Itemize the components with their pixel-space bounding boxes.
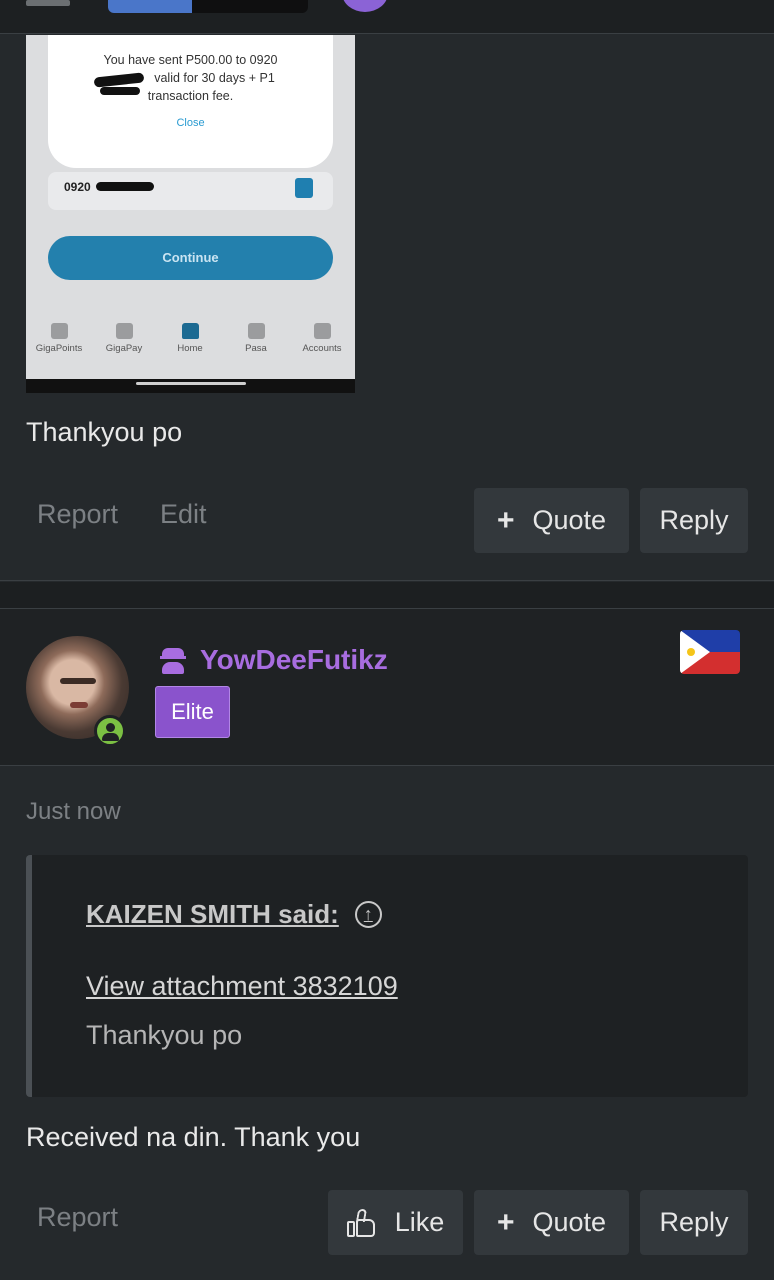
quote-author-link[interactable]: KAIZEN SMITH said: ↑ — [86, 899, 382, 930]
report-link[interactable]: Report — [37, 499, 118, 530]
report-link[interactable]: Report — [37, 1202, 118, 1233]
tab-accounts: Accounts — [289, 323, 355, 354]
edit-link[interactable]: Edit — [160, 499, 207, 530]
tab-gigapoints: GigaPoints — [26, 323, 92, 354]
post-separator — [0, 582, 774, 608]
thumbs-up-icon — [346, 1208, 375, 1237]
spy-icon — [160, 646, 186, 674]
post-message: Thankyou po — [26, 417, 183, 447]
quote-label: Quote — [532, 1207, 607, 1237]
continue-button-image: Continue — [48, 236, 333, 280]
user-rank-badge: Elite — [155, 686, 230, 738]
like-button[interactable]: Like — [328, 1190, 463, 1255]
app-tab-bar: GigaPoints GigaPay Home Pasa Accounts — [26, 323, 355, 363]
quote-text: Thankyou po — [86, 1020, 243, 1050]
attachment-image[interactable]: You have sent P500.00 to 0920 valid for … — [26, 35, 355, 393]
quote-block: KAIZEN SMITH said: ↑ View attachment 383… — [26, 855, 748, 1097]
share-icon — [247, 323, 265, 339]
plus-icon: + — [496, 503, 515, 537]
redaction-scribble — [100, 87, 140, 95]
attachment-modal: You have sent P500.00 to 0920 valid for … — [48, 35, 333, 168]
wallet-icon — [115, 323, 133, 339]
number-field: 0920 — [48, 172, 333, 210]
plus-icon: + — [496, 1205, 515, 1239]
post-timestamp[interactable]: Just now — [26, 798, 121, 826]
tab-label: GigaPoints — [35, 343, 83, 354]
tab-gigapay: GigaPay — [91, 323, 157, 354]
phone-nav-bar — [26, 379, 355, 393]
tab-home: Home — [157, 323, 223, 354]
modal-line-2: valid for 30 days + P1 — [154, 71, 275, 85]
field-number: 0920 — [64, 180, 91, 194]
post-previous: You have sent P500.00 to 0920 valid for … — [0, 35, 774, 581]
tab-label: Pasa — [245, 343, 267, 354]
quote-button[interactable]: + Quote — [474, 488, 629, 553]
contacts-icon — [295, 178, 313, 198]
modal-line-3: transaction fee. — [147, 89, 234, 103]
modal-close-link: Close — [176, 117, 205, 129]
tab-label: Home — [177, 343, 203, 354]
tab-pasa: Pasa — [223, 323, 289, 354]
like-label: Like — [394, 1207, 445, 1237]
reply-button[interactable]: Reply — [640, 1190, 748, 1255]
reply-button[interactable]: Reply — [640, 488, 748, 553]
card-icon — [313, 323, 331, 339]
gift-icon — [50, 323, 68, 339]
tab-label: GigaPay — [105, 343, 143, 354]
home-icon — [181, 323, 199, 339]
view-attachment-link[interactable]: View attachment 3832109 — [86, 971, 398, 1002]
tab-label: Accounts — [302, 343, 342, 354]
modal-line-1: You have sent P500.00 to 0920 — [103, 53, 278, 67]
redaction-scribble — [96, 182, 154, 191]
quote-author-text: KAIZEN SMITH said: — [86, 899, 339, 929]
username-text: YowDeeFutikz — [200, 644, 388, 675]
menu-icon[interactable] — [26, 0, 70, 6]
quote-button[interactable]: + Quote — [474, 1190, 629, 1255]
online-status-icon — [94, 715, 126, 747]
site-logo[interactable] — [108, 0, 308, 13]
user-avatar-top[interactable] — [342, 0, 388, 12]
post-user-header: YowDeeFutikz Elite — [0, 608, 774, 766]
quote-label: Quote — [532, 505, 607, 535]
arrow-up-circle-icon[interactable]: ↑ — [354, 901, 382, 928]
top-navigation-bar — [0, 0, 774, 34]
username-link[interactable]: YowDeeFutikz — [160, 644, 388, 676]
philippines-flag-icon — [680, 630, 740, 674]
post-message: Received na din. Thank you — [26, 1122, 361, 1152]
